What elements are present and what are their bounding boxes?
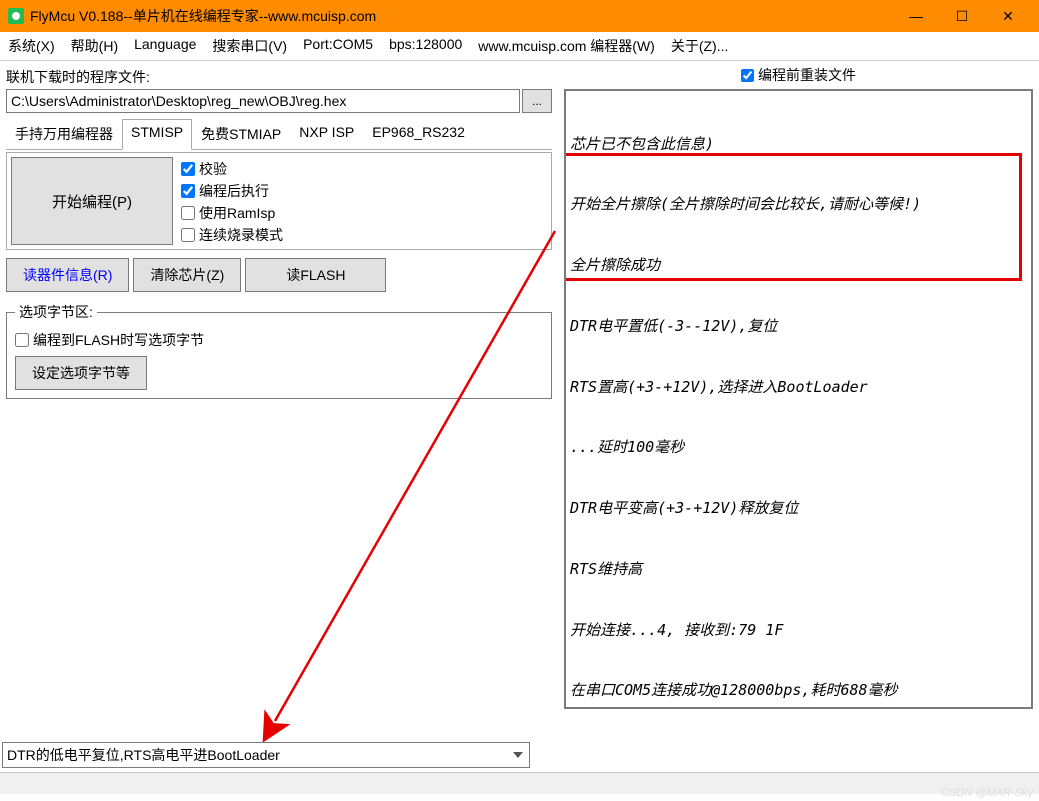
watermark: CSDN @MAR-Sky xyxy=(941,787,1033,799)
start-program-button[interactable]: 开始编程(P) xyxy=(11,157,173,245)
log-line: 芯片已不包含此信息) xyxy=(570,134,1027,154)
log-line: DTR电平置低(-3--12V),复位 xyxy=(570,316,1027,336)
tab-handheld[interactable]: 手持万用编程器 xyxy=(6,119,122,149)
log-line: RTS维持高 xyxy=(570,559,1027,579)
minimize-button[interactable]: — xyxy=(893,0,939,32)
run-after-checkbox[interactable] xyxy=(181,184,195,198)
write-option-bytes-checkbox[interactable] xyxy=(15,333,29,347)
clear-chip-button[interactable]: 清除芯片(Z) xyxy=(133,258,241,292)
read-device-info-button[interactable]: 读器件信息(R) xyxy=(6,258,129,292)
menubar: 系统(X) 帮助(H) Language 搜索串口(V) Port:COM5 b… xyxy=(0,32,1039,61)
continuous-label: 连续烧录模式 xyxy=(199,225,283,245)
continuous-checkbox[interactable] xyxy=(181,228,195,242)
menu-port[interactable]: Port:COM5 xyxy=(303,36,373,56)
read-flash-button[interactable]: 读FLASH xyxy=(245,258,386,292)
browse-button[interactable]: ... xyxy=(522,89,552,113)
right-panel: 编程前重装文件 芯片已不包含此信息) 开始全片擦除(全片擦除时间会比较长,请耐心… xyxy=(558,61,1039,772)
reset-mode-combo[interactable]: DTR的低电平复位,RTS高电平进BootLoader xyxy=(2,742,530,768)
menu-about[interactable]: 关于(Z)... xyxy=(671,36,729,56)
titlebar: FlyMcu V0.188--单片机在线编程专家--www.mcuisp.com… xyxy=(0,0,1039,32)
app-icon xyxy=(8,8,24,24)
tab-ep968[interactable]: EP968_RS232 xyxy=(363,119,474,149)
reload-file-checkbox[interactable] xyxy=(741,69,754,82)
set-option-bytes-button[interactable]: 设定选项字节等 xyxy=(15,356,147,390)
file-path-input[interactable] xyxy=(6,89,520,113)
write-option-bytes-label: 编程到FLASH时写选项字节 xyxy=(33,330,204,350)
tab-stmisp[interactable]: STMISP xyxy=(122,119,192,150)
tab-stmiap[interactable]: 免费STMIAP xyxy=(192,119,290,149)
menu-programmer[interactable]: www.mcuisp.com 编程器(W) xyxy=(478,36,655,56)
log-line: RTS置高(+3-+12V),选择进入BootLoader xyxy=(570,377,1027,397)
maximize-button[interactable]: ☐ xyxy=(939,0,985,32)
log-line: DTR电平变高(+3-+12V)释放复位 xyxy=(570,498,1027,518)
menu-system[interactable]: 系统(X) xyxy=(8,36,55,56)
option-bytes-legend: 选项字节区: xyxy=(15,302,97,322)
file-label: 联机下载时的程序文件: xyxy=(6,67,552,87)
menu-bps[interactable]: bps:128000 xyxy=(389,36,462,56)
verify-checkbox[interactable] xyxy=(181,162,195,176)
menu-help[interactable]: 帮助(H) xyxy=(71,36,118,56)
log-output[interactable]: 芯片已不包含此信息) 开始全片擦除(全片擦除时间会比较长,请耐心等候!) 全片擦… xyxy=(564,89,1033,709)
tab-row: 手持万用编程器 STMISP 免费STMIAP NXP ISP EP968_RS… xyxy=(6,119,552,150)
reload-file-label: 编程前重装文件 xyxy=(758,65,856,85)
run-after-label: 编程后执行 xyxy=(199,181,269,201)
ramisp-label: 使用RamIsp xyxy=(199,203,275,223)
left-panel: 联机下载时的程序文件: ... 手持万用编程器 STMISP 免费STMIAP … xyxy=(0,61,558,772)
ramisp-checkbox[interactable] xyxy=(181,206,195,220)
tab-nxpisp[interactable]: NXP ISP xyxy=(290,119,363,149)
menu-language[interactable]: Language xyxy=(134,36,196,56)
statusbar xyxy=(0,772,1039,794)
close-button[interactable]: ✕ xyxy=(985,0,1031,32)
log-line: 在串口COM5连接成功@128000bps,耗时688毫秒 xyxy=(570,680,1027,700)
option-bytes-fieldset: 选项字节区: 编程到FLASH时写选项字节 设定选项字节等 xyxy=(6,302,552,399)
titlebar-text: FlyMcu V0.188--单片机在线编程专家--www.mcuisp.com xyxy=(30,6,893,26)
program-area: 开始编程(P) 校验 编程后执行 使用RamIsp 连续烧录模式 xyxy=(6,152,552,250)
annotation-highlight-box xyxy=(564,153,1022,281)
log-line: 开始连接...4, 接收到:79 1F xyxy=(570,620,1027,640)
verify-label: 校验 xyxy=(199,159,227,179)
menu-search-port[interactable]: 搜索串口(V) xyxy=(212,36,287,56)
reset-mode-value: DTR的低电平复位,RTS高电平进BootLoader xyxy=(7,747,280,763)
log-line: ...延时100毫秒 xyxy=(570,437,1027,457)
